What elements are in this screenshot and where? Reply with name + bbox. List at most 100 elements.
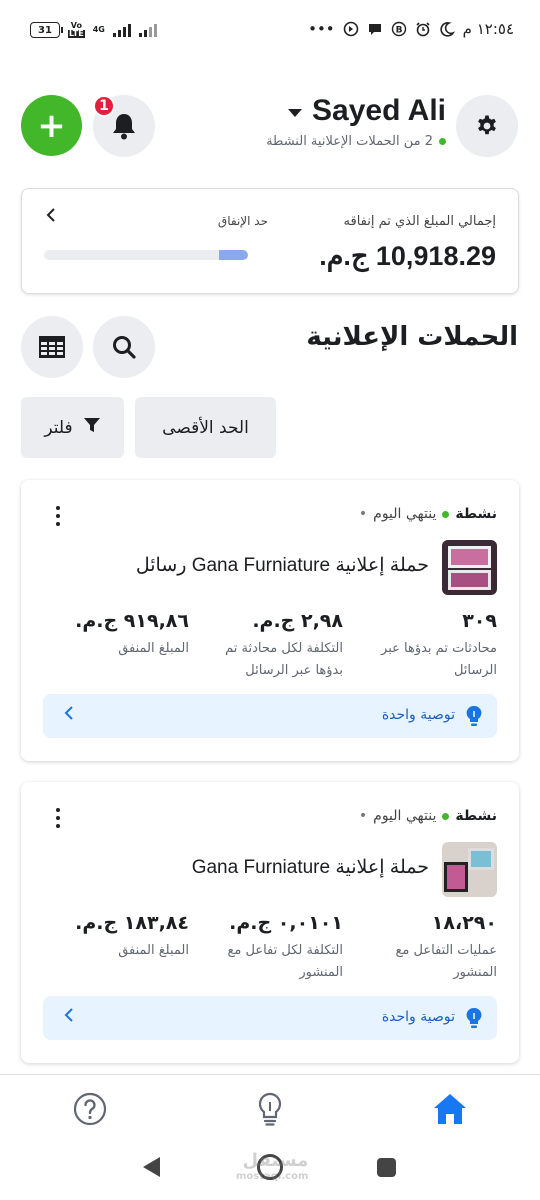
metric-label: المبلغ المنفق xyxy=(118,943,189,958)
table-icon xyxy=(39,336,65,358)
filter-button[interactable]: فلتر xyxy=(21,397,124,458)
lightbulb-icon xyxy=(258,1092,282,1126)
metric-cost-per-result: ٠,٠١٠١ ج.م. التكلفة لكل تفاعل مع المنشور xyxy=(213,912,343,984)
chevron-left-icon xyxy=(63,705,75,726)
plus-icon: + xyxy=(37,105,66,146)
campaign-card[interactable]: نشطة ينتهي اليوم • حملة إعلانية Gana Fur… xyxy=(21,480,519,761)
metric-value: ١٨،٢٩٠ xyxy=(431,912,497,934)
gear-icon xyxy=(478,115,496,135)
account-name-row[interactable]: Sayed Ali xyxy=(266,94,446,128)
metric-label: المبلغ المنفق xyxy=(118,641,189,656)
recommendation-bar[interactable]: توصية واحدة xyxy=(43,694,497,738)
bell-icon xyxy=(113,114,135,140)
more-options-icon[interactable] xyxy=(51,808,65,828)
metric-value: ٩١٩,٨٦ ج.م. xyxy=(75,610,189,632)
metric-value: ٠,٠١٠١ ج.م. xyxy=(229,912,343,934)
create-ad-button[interactable]: + xyxy=(21,95,82,156)
metric-results: ٣٠٩ محادثات تم بدؤها عبر الرسائل xyxy=(357,610,497,682)
settings-button[interactable] xyxy=(456,95,518,157)
max-chip-label: الحد الأقصى xyxy=(162,417,249,438)
lightbulb-icon xyxy=(466,705,482,726)
spend-summary-card[interactable]: إجمالي المبلغ الذي تم إنفاقه 10,918.29 ج… xyxy=(21,188,519,294)
campaign-status: نشطة ينتهي اليوم • xyxy=(359,808,497,824)
separator-dot: • xyxy=(358,808,368,824)
watermark-sub: mostaql.com xyxy=(236,1171,309,1182)
campaigns-title: الحملات الإعلانية xyxy=(306,322,518,352)
app-header: + 1 Sayed Ali 2 من الحملات الإعلانية الن… xyxy=(0,92,540,162)
recents-icon[interactable] xyxy=(377,1158,396,1177)
metric-label: التكلفة لكل محادثة تم بدؤها عبر الرسائل xyxy=(225,641,343,678)
metric-value: ١٨٣,٨٤ ج.م. xyxy=(75,912,189,934)
b-app-icon: B xyxy=(391,21,407,37)
bottom-navigation xyxy=(0,1074,540,1140)
metric-label: محادثات تم بدؤها عبر الرسائل xyxy=(381,641,497,678)
campaign-status: نشطة ينتهي اليوم • xyxy=(359,506,497,522)
signal-icon-2 xyxy=(138,23,157,37)
recommendations-tab[interactable] xyxy=(250,1089,290,1129)
active-dot xyxy=(442,510,450,518)
more-dots: ••• xyxy=(308,20,335,38)
metric-value: ٣٠٩ xyxy=(462,610,497,632)
caret-down-icon xyxy=(288,109,303,117)
chevron-left-icon xyxy=(63,1007,75,1028)
metric-label: التكلفة لكل تفاعل مع المنشور xyxy=(227,943,343,980)
campaign-title[interactable]: حملة إعلانية Gana Furniature xyxy=(192,856,429,879)
recommendation-bar[interactable]: توصية واحدة xyxy=(43,996,497,1040)
account-switcher[interactable]: Sayed Ali 2 من الحملات الإعلانية النشطة xyxy=(266,94,446,149)
volte-indicator: Vo LTE xyxy=(68,22,85,38)
metric-cost-per-result: ٢,٩٨ ج.م. التكلفة لكل محادثة تم بدؤها عب… xyxy=(213,610,343,682)
clock: ١٢:٥٤ م xyxy=(462,20,514,38)
home-tab[interactable] xyxy=(430,1089,470,1129)
active-dot xyxy=(442,812,450,820)
filter-icon xyxy=(83,416,101,439)
separator-dot: • xyxy=(358,506,368,522)
moon-icon xyxy=(439,21,455,37)
search-icon xyxy=(113,336,136,359)
max-chip[interactable]: الحد الأقصى xyxy=(135,397,276,458)
alarm-icon xyxy=(415,21,431,37)
metric-value: ٢,٩٨ ج.م. xyxy=(252,610,343,632)
campaign-card[interactable]: نشطة ينتهي اليوم • حملة إعلانية Gana Fur… xyxy=(21,782,519,1063)
status-right: ••• B ١٢:٥٤ م xyxy=(308,20,514,38)
more-options-icon[interactable] xyxy=(51,506,65,526)
table-view-button[interactable] xyxy=(21,316,83,378)
watermark-logo: مستقل mostaql.com xyxy=(236,1150,308,1182)
notifications-button[interactable]: 1 xyxy=(93,95,155,157)
recommendation-text: توصية واحدة xyxy=(381,1009,455,1025)
lightbulb-icon xyxy=(466,1007,482,1028)
help-tab[interactable] xyxy=(70,1089,110,1129)
metric-results: ١٨،٢٩٠ عمليات التفاعل مع المنشور xyxy=(357,912,497,984)
signal-icon xyxy=(112,23,131,37)
back-icon[interactable] xyxy=(143,1157,160,1177)
total-spent-label: إجمالي المبلغ الذي تم إنفاقه xyxy=(343,214,496,229)
spend-limit-fill xyxy=(219,250,248,260)
notification-badge: 1 xyxy=(93,95,115,117)
metric-amount-spent: ٩١٩,٨٦ ج.م. المبلغ المنفق xyxy=(49,610,189,660)
campaign-title[interactable]: حملة إعلانية Gana Furniature رسائل xyxy=(136,554,429,577)
network-type: 4G xyxy=(92,25,105,34)
status-bar: 31 Vo LTE 4G ••• B ١٢:٥٤ م xyxy=(0,0,540,62)
end-date: ينتهي اليوم xyxy=(373,808,437,824)
metric-label: عمليات التفاعل مع المنشور xyxy=(395,943,497,980)
total-spent-value: 10,918.29 ج.م. xyxy=(319,241,496,271)
help-icon xyxy=(73,1092,107,1126)
status-left: 31 Vo LTE 4G xyxy=(30,22,157,38)
chevron-left-icon[interactable] xyxy=(45,207,57,228)
active-campaigns-summary: 2 من الحملات الإعلانية النشطة xyxy=(266,134,446,149)
filter-label: فلتر xyxy=(44,417,73,438)
account-name: Sayed Ali xyxy=(312,94,446,127)
lte-label: LTE xyxy=(68,29,85,38)
search-button[interactable] xyxy=(93,316,155,378)
campaign-thumbnail xyxy=(442,540,497,595)
status-label: نشطة xyxy=(455,808,497,824)
home-icon xyxy=(434,1094,466,1124)
watermark-text: مستقل xyxy=(242,1150,309,1171)
metric-amount-spent: ١٨٣,٨٤ ج.م. المبلغ المنفق xyxy=(49,912,189,962)
active-campaigns-text: 2 من الحملات الإعلانية النشطة xyxy=(266,134,433,149)
spend-limit-label: حد الإنفاق xyxy=(217,214,268,228)
svg-text:B: B xyxy=(395,26,402,36)
end-date: ينتهي اليوم xyxy=(373,506,437,522)
active-dot xyxy=(439,138,446,145)
chat-icon xyxy=(367,21,383,37)
battery-indicator: 31 xyxy=(30,22,63,38)
